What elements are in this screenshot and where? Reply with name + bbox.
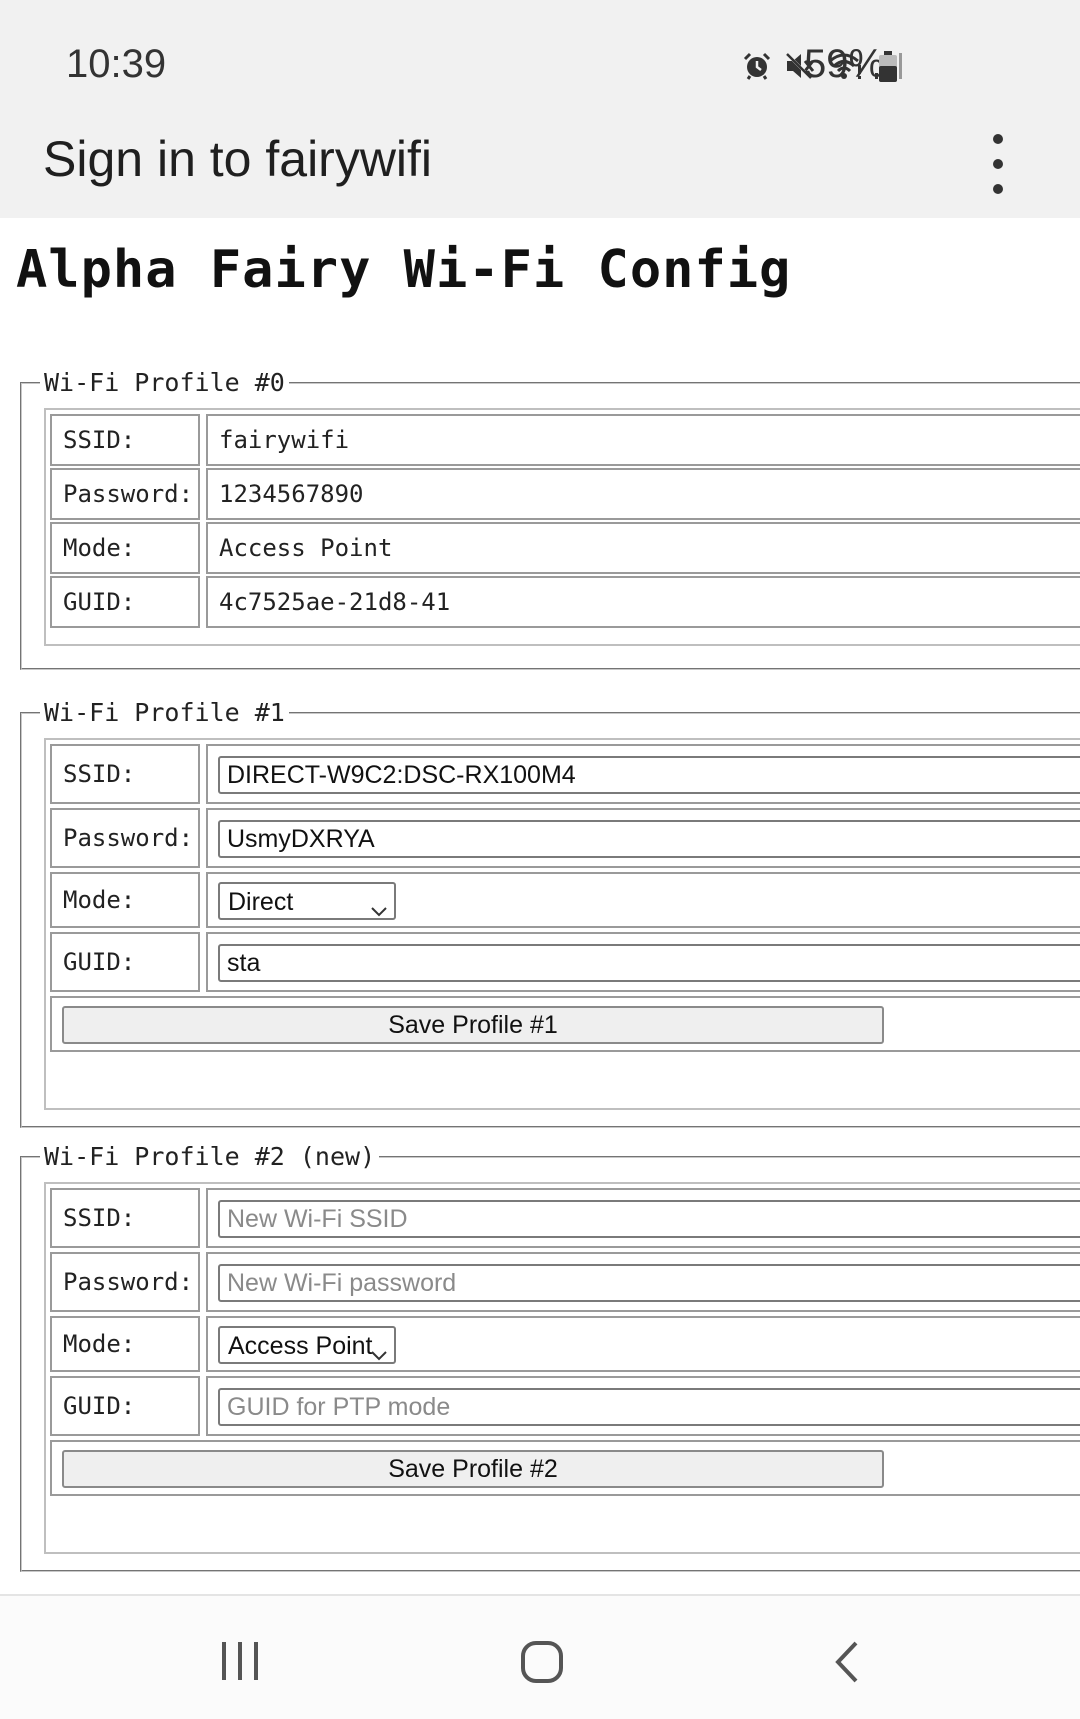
table-row: SSID: fairywifi: [50, 414, 1080, 466]
ssid-label: SSID:: [63, 426, 136, 454]
password-input[interactable]: [218, 820, 1080, 858]
mode-select-value: Direct: [228, 888, 294, 916]
battery-percent: 59%: [804, 42, 885, 86]
profile-1-fieldset: Wi-Fi Profile #1 SSID: Password: Mode: D…: [20, 698, 1080, 1128]
guid-label: GUID:: [63, 948, 136, 976]
profile-2-legend: Wi-Fi Profile #2 (new): [40, 1142, 380, 1171]
save-profile-2-button[interactable]: Save Profile #2: [62, 1450, 884, 1488]
captive-portal-page: Alpha Fairy Wi-Fi Config Wi-Fi Profile #…: [0, 218, 1080, 1594]
guid-value: 4c7525ae-21d8-41: [219, 588, 451, 616]
recent-apps-icon[interactable]: [220, 1640, 260, 1687]
ssid-label: SSID:: [63, 1204, 136, 1232]
table-row: Password:: [50, 1252, 1080, 1312]
password-label: Password:: [63, 1268, 194, 1296]
guid-input[interactable]: [218, 1388, 1080, 1426]
profile-2-table: SSID: Password: Mode: Access Point GUID:: [44, 1182, 1080, 1554]
ssid-value: fairywifi: [219, 426, 350, 454]
battery-icon: [878, 51, 898, 88]
app-bar-title: Sign in to fairywifi: [43, 131, 433, 187]
profile-2-fieldset: Wi-Fi Profile #2 (new) SSID: Password: M…: [20, 1142, 1080, 1572]
save-row: Save Profile #2: [50, 1440, 1080, 1496]
profile-0-table: SSID: fairywifi Password: 1234567890 Mod…: [44, 408, 1080, 646]
mode-value: Access Point: [219, 534, 393, 562]
table-row: SSID:: [50, 1188, 1080, 1248]
save-row: Save Profile #1: [50, 996, 1080, 1052]
save-profile-1-button[interactable]: Save Profile #1: [62, 1006, 884, 1044]
mode-label: Mode:: [63, 1330, 136, 1358]
table-row: GUID:: [50, 932, 1080, 992]
page-title: Alpha Fairy Wi-Fi Config: [16, 240, 792, 300]
ssid-label: SSID:: [63, 760, 136, 788]
mode-label: Mode:: [63, 886, 136, 914]
chevron-down-icon: [371, 1339, 387, 1368]
back-icon[interactable]: [832, 1640, 862, 1689]
home-icon[interactable]: [520, 1640, 564, 1689]
more-vert-icon[interactable]: [980, 134, 1016, 194]
password-input[interactable]: [218, 1264, 1080, 1302]
table-row: GUID:: [50, 1376, 1080, 1436]
table-row: SSID:: [50, 744, 1080, 804]
table-row: GUID: 4c7525ae-21d8-41: [50, 576, 1080, 628]
guid-label: GUID:: [63, 1392, 136, 1420]
alarm-icon: [742, 51, 772, 81]
password-label: Password:: [63, 480, 194, 508]
password-value: 1234567890: [219, 480, 364, 508]
navigation-bar: [0, 1594, 1080, 1719]
chevron-down-icon: [371, 895, 387, 924]
profile-0-fieldset: Wi-Fi Profile #0 SSID: fairywifi Passwor…: [20, 368, 1080, 670]
guid-input[interactable]: [218, 944, 1080, 982]
mode-select-value: Access Point: [228, 1332, 373, 1360]
status-bar: 10:39 59%: [0, 0, 1080, 110]
table-row: Password:: [50, 808, 1080, 868]
guid-label: GUID:: [63, 588, 136, 616]
profile-1-table: SSID: Password: Mode: Direct GUID:: [44, 738, 1080, 1110]
mode-label: Mode:: [63, 534, 136, 562]
password-label: Password:: [63, 824, 194, 852]
app-bar: Sign in to fairywifi: [0, 110, 1080, 218]
table-row: Mode: Access Point: [50, 522, 1080, 574]
status-time: 10:39: [66, 42, 167, 86]
ssid-input[interactable]: [218, 756, 1080, 794]
mode-select[interactable]: Access Point: [218, 1326, 396, 1364]
mode-select[interactable]: Direct: [218, 882, 396, 920]
table-row: Mode: Access Point: [50, 1316, 1080, 1372]
profile-1-legend: Wi-Fi Profile #1: [40, 698, 289, 727]
ssid-input[interactable]: [218, 1200, 1080, 1238]
table-row: Mode: Direct: [50, 872, 1080, 928]
profile-0-legend: Wi-Fi Profile #0: [40, 368, 289, 397]
table-row: Password: 1234567890: [50, 468, 1080, 520]
